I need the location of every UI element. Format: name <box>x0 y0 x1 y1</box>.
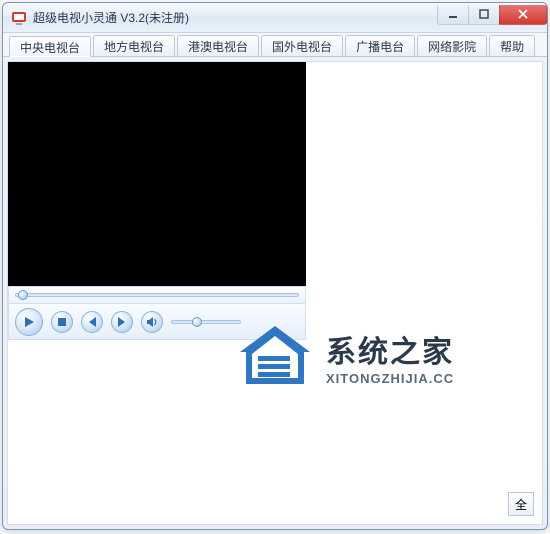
window-title: 超级电视小灵通 V3.2(未注册) <box>33 9 438 26</box>
tab-radio[interactable]: 广播电台 <box>345 35 415 56</box>
volume-slider[interactable] <box>171 320 241 324</box>
stop-button[interactable] <box>51 311 73 333</box>
volume-thumb[interactable] <box>192 317 202 327</box>
watermark-subtitle: XITONGZHIJIA.CC <box>326 371 454 386</box>
house-icon <box>236 322 314 390</box>
seek-bar-row <box>8 286 306 304</box>
seek-slider[interactable] <box>15 293 299 297</box>
play-icon <box>23 316 35 328</box>
tab-help[interactable]: 帮助 <box>489 35 535 56</box>
mute-button[interactable] <box>141 311 163 333</box>
watermark: 系统之家 XITONGZHIJIA.CC <box>236 322 454 390</box>
fullscreen-button[interactable]: 全 <box>508 492 534 516</box>
tab-local[interactable]: 地方电视台 <box>93 35 175 56</box>
app-window: 超级电视小灵通 V3.2(未注册) 中央电视台 地方电视台 港澳电视台 国外电视… <box>2 2 548 530</box>
seek-thumb[interactable] <box>18 290 28 300</box>
window-controls <box>438 5 547 25</box>
maximize-button[interactable] <box>468 5 500 25</box>
minimize-icon <box>448 9 458 19</box>
stop-icon <box>58 318 66 326</box>
next-button[interactable] <box>111 311 133 333</box>
minimize-button[interactable] <box>437 5 469 25</box>
prev-icon <box>87 317 97 327</box>
tab-bar: 中央电视台 地方电视台 港澳电视台 国外电视台 广播电台 网络影院 帮助 <box>3 33 547 57</box>
prev-button[interactable] <box>81 311 103 333</box>
video-canvas[interactable] <box>8 62 306 286</box>
media-player <box>8 62 306 340</box>
close-icon <box>517 8 529 20</box>
watermark-title: 系统之家 <box>326 327 454 371</box>
app-icon <box>11 10 27 26</box>
maximize-icon <box>479 9 489 19</box>
tab-cctv[interactable]: 中央电视台 <box>9 36 91 57</box>
tab-cinema[interactable]: 网络影院 <box>417 35 487 56</box>
play-button[interactable] <box>15 308 43 336</box>
content-area: 系统之家 XITONGZHIJIA.CC 全 <box>7 61 543 525</box>
tab-hkmo[interactable]: 港澳电视台 <box>177 35 259 56</box>
titlebar[interactable]: 超级电视小灵通 V3.2(未注册) <box>3 3 547 33</box>
tab-foreign[interactable]: 国外电视台 <box>261 35 343 56</box>
speaker-icon <box>146 316 158 328</box>
next-icon <box>117 317 127 327</box>
close-button[interactable] <box>499 5 547 25</box>
